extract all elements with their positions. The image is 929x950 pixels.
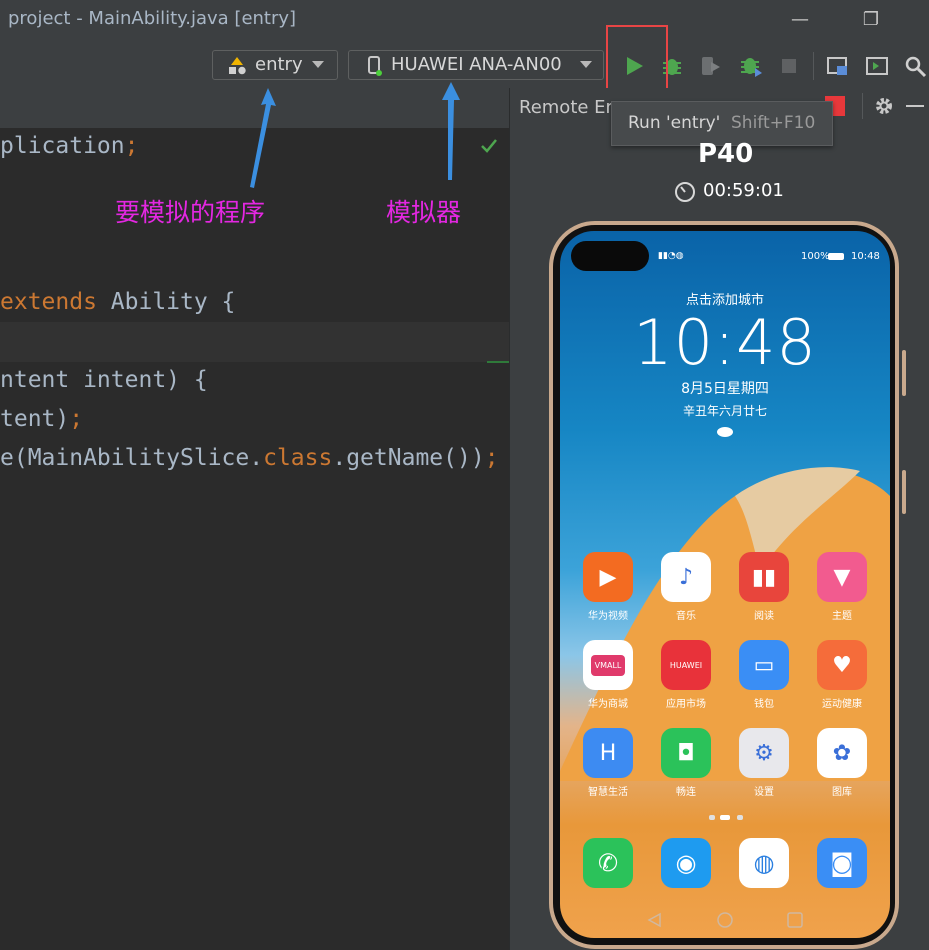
status-time: 10:48 <box>851 251 880 262</box>
browser-icon[interactable]: ◍ <box>739 838 789 888</box>
weather-cloud-icon <box>717 427 733 437</box>
signal-icon: ▮▮◔◍ <box>658 251 684 261</box>
code-line-2: extends Ability { <box>0 289 236 315</box>
health-icon[interactable]: ♥ <box>817 640 867 690</box>
app-label: 阅读 <box>754 611 774 622</box>
app-label: 设置 <box>754 787 774 798</box>
search-icon[interactable] <box>903 54 927 78</box>
device-selector[interactable]: HUAWEI ANA-AN00 <box>348 50 604 80</box>
wallet-icon[interactable]: ▭ <box>739 640 789 690</box>
app-label: 华为视频 <box>588 611 628 622</box>
minimize-button[interactable]: — <box>786 6 814 34</box>
camera-icon[interactable]: ◙ <box>817 838 867 888</box>
stop-icon[interactable] <box>777 54 801 78</box>
app-label: 钱包 <box>754 699 774 710</box>
chevron-down-icon <box>312 61 324 68</box>
page-indicator-dot <box>709 815 715 820</box>
device-selector-label: HUAWEI ANA-AN00 <box>391 54 562 75</box>
vmall-text: VMALL <box>590 654 626 676</box>
meetime-icon[interactable]: ◘ <box>661 728 711 778</box>
tooltip-text: Run 'entry' <box>628 113 721 133</box>
timer-icon <box>675 182 695 202</box>
terminal-icon[interactable] <box>865 54 889 78</box>
volume-button <box>902 350 906 396</box>
smart-life-icon[interactable]: H <box>583 728 633 778</box>
panel-divider <box>862 93 863 119</box>
gallery-icon[interactable]: ✿ <box>817 728 867 778</box>
lock-clock: 10:48 <box>633 306 817 379</box>
current-line-highlight <box>0 322 509 362</box>
hide-panel-icon[interactable] <box>906 105 924 107</box>
toolbar-divider <box>813 52 814 80</box>
code-line-4: tent); <box>0 406 84 432</box>
back-nav-icon[interactable] <box>646 911 664 929</box>
music-icon[interactable]: ♪ <box>661 552 711 602</box>
home-nav-icon[interactable] <box>716 911 734 929</box>
inspection-ok-icon <box>481 139 497 153</box>
page-indicator-active <box>720 815 730 820</box>
restore-button[interactable]: ❐ <box>857 6 885 34</box>
module-icon <box>229 57 246 75</box>
theme-icon[interactable]: ▼ <box>817 552 867 602</box>
app-label: 智慧生活 <box>588 787 628 798</box>
phone-icon[interactable]: ✆ <box>583 838 633 888</box>
messages-icon[interactable]: ◉ <box>661 838 711 888</box>
app-label: 应用市场 <box>666 699 706 710</box>
module-selector-label: entry <box>255 54 303 75</box>
app-label: 主题 <box>832 611 852 622</box>
tooltip-shortcut: Shift+F10 <box>731 113 816 133</box>
lunar-date: 辛丑年六月廿七 <box>682 404 767 418</box>
module-selector[interactable]: entry <box>212 50 338 80</box>
appgallery-icon[interactable]: HUAWEI <box>661 640 711 690</box>
book-icon[interactable]: ▮▮ <box>739 552 789 602</box>
huawei-text: HUAWEI <box>669 660 703 670</box>
app-label: 运动健康 <box>822 699 862 710</box>
page-indicator-dot <box>737 815 743 820</box>
device-icon <box>368 56 382 76</box>
attach-debugger-icon[interactable] <box>699 54 723 78</box>
power-button <box>902 470 906 514</box>
app-label: 畅连 <box>676 787 696 798</box>
code-line-1: plication; <box>0 133 139 159</box>
phone-screen[interactable]: ▮▮◔◍ 100% 10:48 点击添加城市 10:48 8月5日星期四 辛丑年… <box>560 231 890 938</box>
device-name: P40 <box>698 139 754 169</box>
camera-cutout <box>571 241 649 271</box>
vmall-icon[interactable]: VMALL <box>583 640 633 690</box>
change-marker <box>487 361 509 363</box>
run-highlight-box <box>606 25 668 96</box>
profile-icon[interactable] <box>739 54 763 78</box>
code-line-5: e(MainAbilitySlice.class.getName()); <box>0 445 499 471</box>
app-label: 音乐 <box>676 611 696 622</box>
battery-icon <box>828 253 844 260</box>
program-arrow <box>250 88 276 188</box>
session-timer: 00:59:01 <box>703 180 784 201</box>
project-structure-icon[interactable] <box>826 54 850 78</box>
app-label: 华为商城 <box>588 699 628 710</box>
battery-status: 100% <box>801 251 830 262</box>
window-title: project - MainAbility.java [entry] <box>8 8 297 29</box>
app-label: 图库 <box>832 787 852 798</box>
chevron-down-icon <box>580 61 592 68</box>
recents-nav-icon[interactable] <box>786 911 804 929</box>
program-annotation: 要模拟的程序 <box>115 198 266 227</box>
panel-title: Remote Em <box>519 97 624 118</box>
emulator-arrow <box>442 82 460 180</box>
emulator-annotation: 模拟器 <box>386 198 462 227</box>
gear-icon[interactable] <box>873 95 895 117</box>
lock-date: 8月5日星期四 <box>681 381 769 397</box>
code-line-3: ntent intent) { <box>0 367 208 393</box>
video-icon[interactable]: ▶ <box>583 552 633 602</box>
settings-icon[interactable]: ⚙ <box>739 728 789 778</box>
